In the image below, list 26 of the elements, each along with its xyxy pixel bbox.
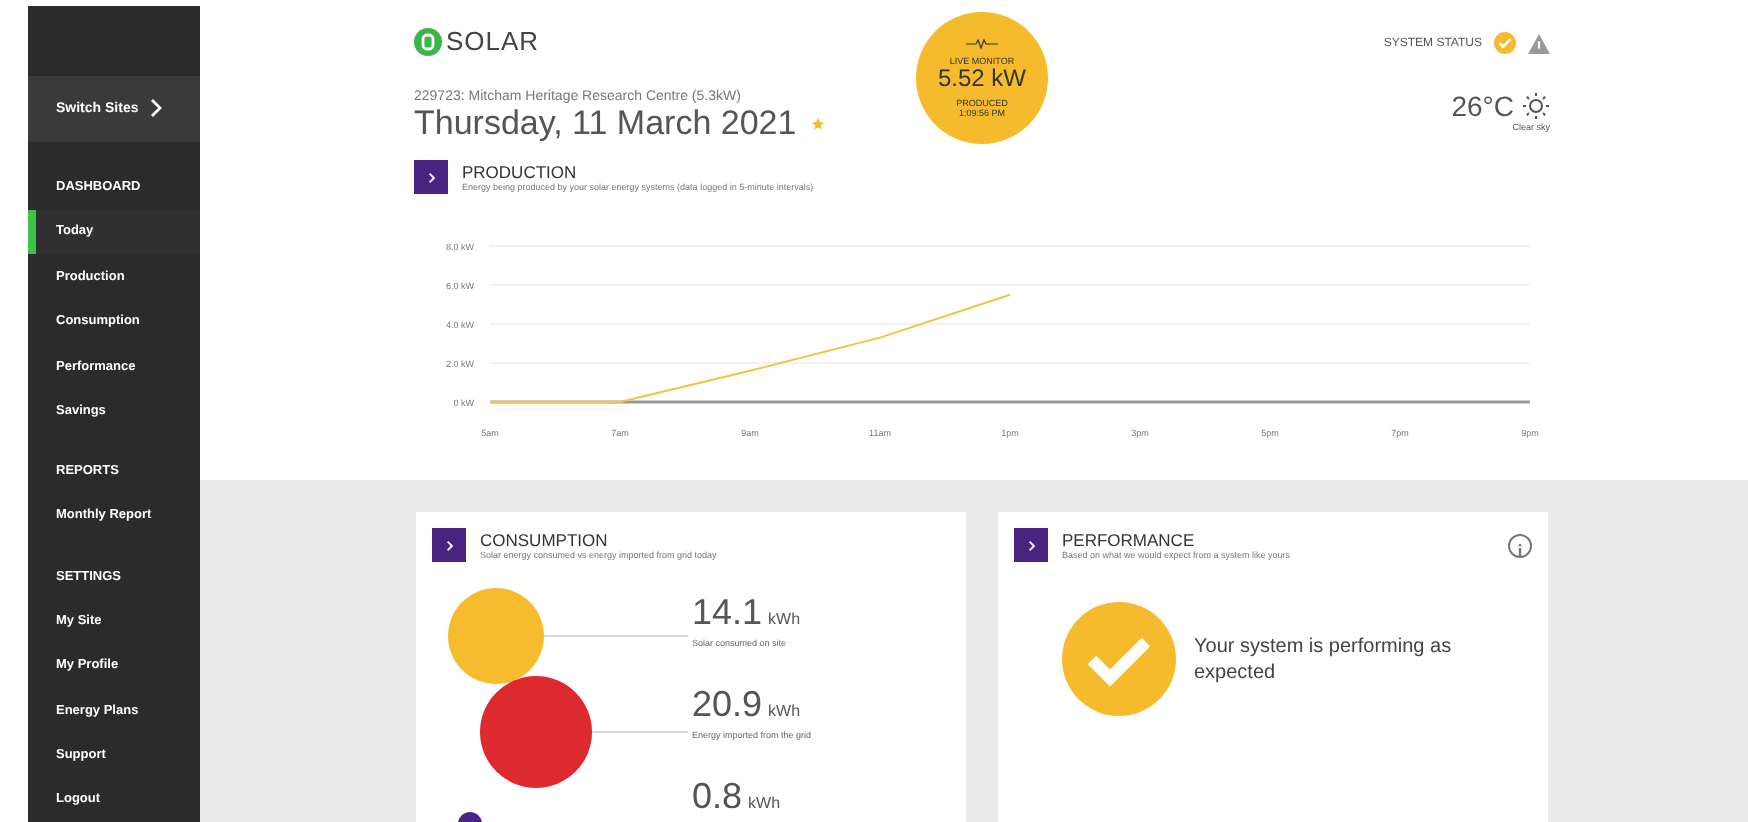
info-icon[interactable] xyxy=(1508,533,1532,557)
temperature: 26°C xyxy=(1451,90,1514,122)
pulse-icon xyxy=(966,38,998,50)
chevron-right-icon xyxy=(150,98,163,119)
star-icon[interactable] xyxy=(812,118,825,130)
date-heading: Thursday, 11 March 2021 xyxy=(414,104,797,144)
expand-button[interactable] xyxy=(432,528,466,562)
consumption-value: 20.9 kWh xyxy=(692,686,803,728)
sun-icon xyxy=(1522,92,1550,120)
consumption-value: 14.1 kWh xyxy=(692,594,803,636)
check-circle-icon xyxy=(1062,602,1176,716)
leader-line xyxy=(591,731,689,733)
chevron-right-icon xyxy=(1027,539,1035,551)
chevron-right-icon xyxy=(445,539,453,551)
logo-icon xyxy=(414,27,442,55)
logo-text: SOLAR xyxy=(446,26,540,56)
expand-button[interactable] xyxy=(1014,528,1048,562)
chevron-right-icon xyxy=(427,171,435,183)
section-title: PERFORMANCE xyxy=(1062,530,1197,550)
warning-icon[interactable] xyxy=(1528,33,1550,53)
section-title: CONSUMPTION xyxy=(480,530,610,550)
check-circle-icon[interactable] xyxy=(1494,32,1516,54)
section-title: PRODUCTION xyxy=(462,162,579,182)
consumption-value: 0.8 kWh xyxy=(692,778,783,820)
expand-button[interactable] xyxy=(414,160,448,194)
performance-message: Your system is performing as expected xyxy=(1194,633,1454,685)
